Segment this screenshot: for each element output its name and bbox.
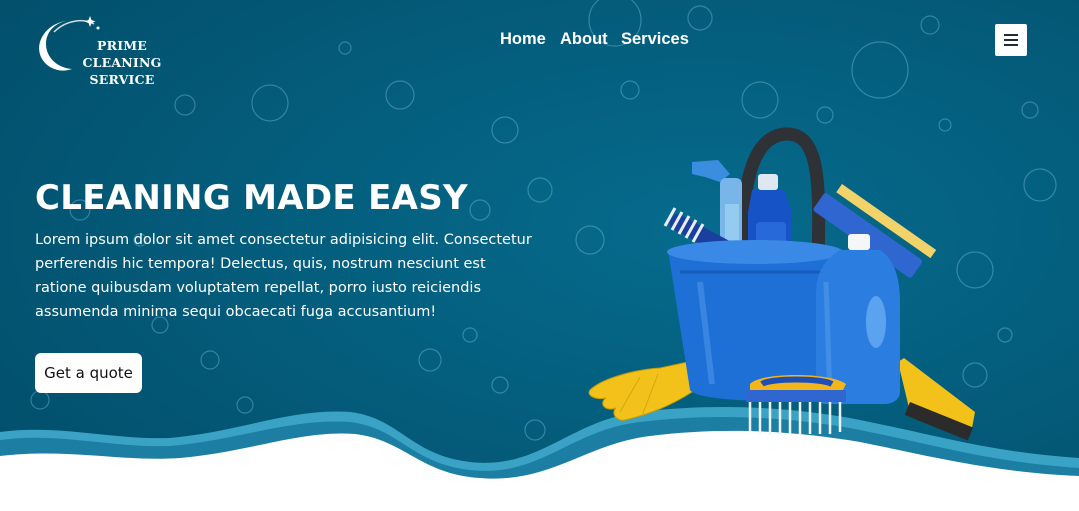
nav-link-services[interactable]: Services bbox=[621, 30, 689, 49]
hero-section: PRIME CLEANING SERVICE Home About Servic… bbox=[0, 0, 1079, 511]
hero-description: Lorem ipsum dolor sit amet consectetur a… bbox=[35, 232, 532, 320]
hamburger-menu-icon-bar bbox=[1004, 44, 1018, 46]
menu-toggle-button[interactable] bbox=[995, 24, 1027, 56]
nav-link-about[interactable]: About bbox=[560, 30, 608, 49]
brand-name-line2: SERVICE bbox=[89, 72, 155, 87]
brand-logo[interactable]: PRIME CLEANING SERVICE bbox=[32, 14, 192, 87]
hamburger-menu-icon-bar bbox=[1004, 39, 1018, 41]
yellow-glove bbox=[588, 361, 693, 421]
nav-link-home[interactable]: Home bbox=[500, 30, 546, 49]
brand-name: PRIME CLEANING SERVICE bbox=[60, 37, 184, 88]
squeegee bbox=[898, 358, 975, 441]
scrub-brush-front bbox=[746, 375, 846, 434]
cleaning-supplies-image bbox=[588, 127, 975, 441]
get-quote-button[interactable]: Get a quote bbox=[35, 353, 142, 393]
hero-title: CLEANING MADE EASY bbox=[35, 178, 468, 218]
hamburger-menu-icon bbox=[1004, 34, 1018, 36]
brand-name-line1: PRIME CLEANING bbox=[82, 38, 162, 70]
